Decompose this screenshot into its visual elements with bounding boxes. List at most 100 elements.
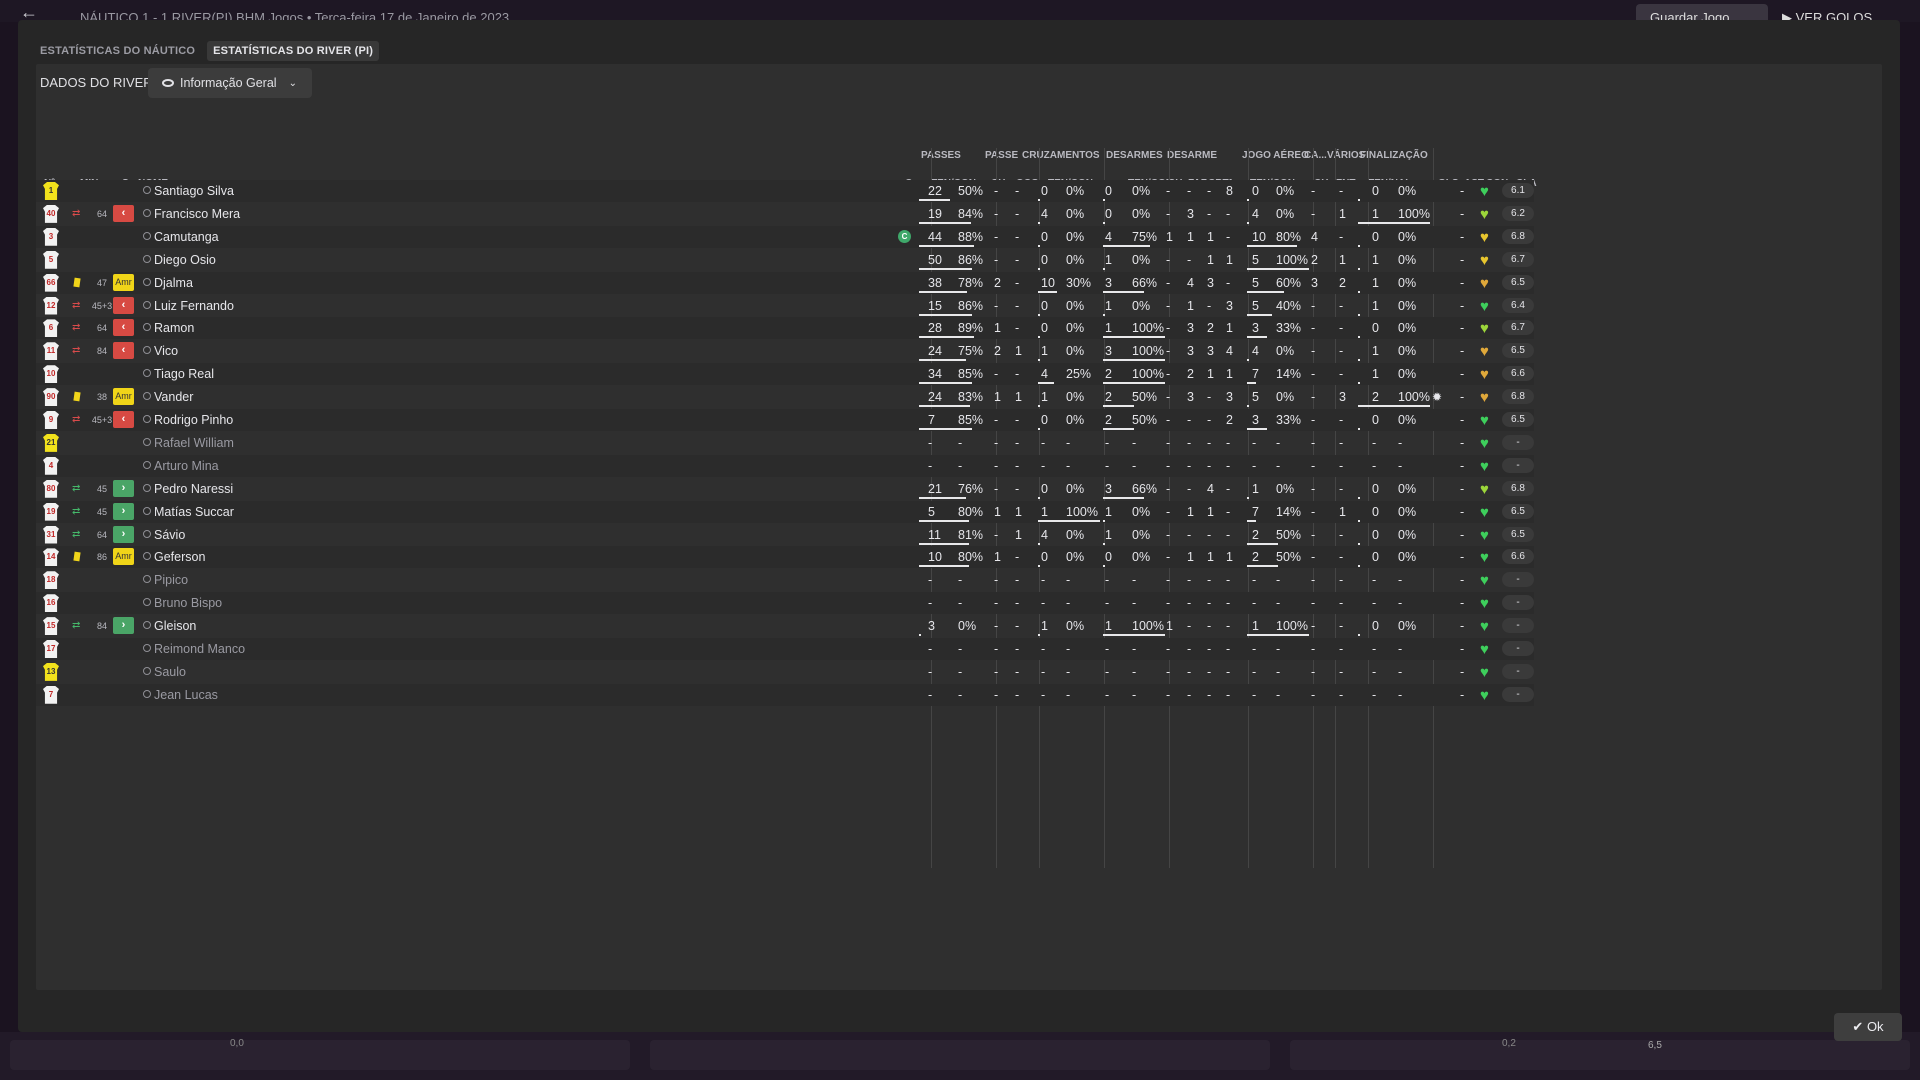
player-name[interactable]: Santiago Silva	[154, 184, 234, 198]
table-row[interactable]: 6 ⇄ 64 ‹ Ramon 28 89% 1-0 0% 1 100% -3 2 1 3 33% - -0 0% - ♥…	[36, 317, 1534, 340]
shots-percent: 0%	[1398, 344, 1417, 359]
minute-value: 45+3	[91, 300, 113, 311]
passes-attempts: 11	[928, 527, 941, 542]
player-name[interactable]: Vander	[154, 390, 193, 404]
player-name[interactable]: Vico	[154, 344, 178, 358]
aerial-bar	[1247, 428, 1267, 430]
table-row[interactable]: 80 ⇄ 45 › Pedro Naressi 21 76% - -0 0% 3 66% - -4-1 0%…	[36, 478, 1534, 500]
aerial-attempts: -	[1252, 435, 1257, 450]
crosses-bar	[1038, 405, 1040, 408]
aerial-ch: -	[1311, 321, 1316, 336]
player-name[interactable]: Luiz Fernando	[154, 299, 234, 313]
tackles-attempts: -	[1105, 458, 1110, 473]
crosses-bar	[1038, 428, 1040, 430]
bg-strip-right	[1290, 1040, 1910, 1070]
tackle-faf: 1	[1187, 550, 1194, 565]
condition-heart-icon: ♥	[1480, 228, 1489, 246]
table-row[interactable]: 13 Saulo - - - - - - - - - - - - - - - - - - - ♥ -	[36, 661, 1534, 683]
table-row[interactable]: 90 38 Amr Vander 24 83% 1 1 1 0% 2 50% -3-3 5 0% -3 2 100…	[36, 386, 1534, 408]
group-header-6: CA...	[1304, 150, 1327, 161]
tackles-attempts: -	[1105, 664, 1110, 679]
shots-bar	[1358, 565, 1360, 568]
tackles-percent: 0%	[1132, 504, 1151, 519]
table-row[interactable]: 15 ⇄ 84 › Gleison 3 0% - -1 0% 1 100% 1- - -1 100% - -0 0%…	[36, 615, 1534, 637]
tackle-ch: -	[1166, 527, 1171, 542]
table-row[interactable]: 4 Arturo Mina - - - - - - - - - - - - - - - - - - - ♥ -	[36, 454, 1534, 477]
table-row[interactable]: 40 ⇄ 64 ‹ Francisco Mera 19 84% - -4 0% 0 0% -3- -4 0%…	[36, 203, 1534, 225]
table-row[interactable]: 5 Diego Osio 50 86% - -0 0% 1 0% - -1 1 5 100% 2 1 1 0% - ♥…	[36, 249, 1534, 271]
table-row[interactable]: 31 ⇄ 64 › Sávio 11 81% -1 4 0% 1 0% - - - -2 50% - -0 0% - ♥ 6…	[36, 524, 1534, 546]
player-name[interactable]: Francisco Mera	[154, 207, 240, 221]
view-select-value: Informação Geral	[180, 76, 277, 90]
assists: -	[1460, 550, 1465, 565]
misc-fnt: -	[1339, 229, 1344, 244]
rating-badge: 6.5	[1502, 274, 1534, 290]
player-name[interactable]: Diego Osio	[154, 253, 216, 267]
player-name[interactable]: Geferson	[154, 550, 205, 564]
table-row[interactable]: 16 Bruno Bispo - - - - - - - - - - - - - - - - - - - ♥ -	[36, 592, 1534, 615]
misc-fnt: -	[1339, 413, 1344, 427]
crosses-percent: 0%	[1066, 550, 1085, 565]
crosses-bar	[1038, 519, 1100, 522]
table-row[interactable]: 21 Rafael William - - - - - - - - - - - - - - - - - - - ♥ -	[36, 432, 1534, 454]
rating-badge: -	[1502, 663, 1534, 679]
aerial-percent: -	[1276, 435, 1281, 450]
table-row[interactable]: 12 ⇄ 45+3 ‹ Luiz Fernando 15 86% - -0 0% 1 0% -1-3 5 4…	[36, 295, 1534, 317]
player-name[interactable]: Tiago Real	[154, 367, 214, 381]
player-name[interactable]: Rodrigo Pinho	[154, 413, 233, 427]
shots-attempts: 0	[1372, 619, 1379, 634]
view-select-dropdown[interactable]: Informação Geral ⌄	[148, 68, 312, 98]
misc-fnt: -	[1339, 687, 1344, 702]
pass-ocg: -	[1015, 206, 1020, 221]
table-row[interactable]: 3 Camutanga C 44 88% - -0 0% 4 75% 1 1 1-10 80% 4-0 0% -…	[36, 225, 1534, 248]
crosses-percent: -	[1066, 435, 1071, 450]
crosses-attempts: 0	[1041, 413, 1048, 427]
player-name[interactable]: Gleison	[154, 619, 196, 633]
player-name[interactable]: Pipico	[154, 573, 188, 587]
tackle-faf: 1	[1187, 298, 1194, 313]
sub-in-icon: ⇄	[72, 620, 81, 632]
player-name[interactable]: Rafael William	[154, 436, 234, 450]
player-name[interactable]: Pedro Naressi	[154, 482, 233, 496]
table-row[interactable]: 11 ⇄ 84 ‹ Vico 24 75% 2 1 1 0% 3 100% -3 3 4 4 0% - -1 0% - ♥ 6…	[36, 340, 1534, 362]
table-row[interactable]: 18 Pipico - - - - - - - - - - - - - - - - - - - ♥ -	[36, 569, 1534, 591]
shots-bar	[1358, 496, 1360, 499]
tab-river-stats[interactable]: ESTATÍSTICAS DO RIVER (PI)	[207, 41, 380, 61]
player-name[interactable]: Arturo Mina	[154, 459, 219, 473]
table-row[interactable]: 10 Tiago Real 34 85% - -4 25% 2 100% -2 1 1 7 14% - -1 0…	[36, 363, 1534, 386]
player-name[interactable]: Saulo	[154, 665, 186, 679]
player-name[interactable]: Jean Lucas	[154, 688, 218, 702]
assists: -	[1460, 321, 1465, 336]
ok-button[interactable]: ✔ Ok	[1834, 1013, 1902, 1041]
passes-percent: 89%	[958, 321, 984, 336]
rating-badge: 6.2	[1502, 205, 1534, 221]
tackle-a: -	[1226, 229, 1231, 244]
rating-badge: 6.8	[1502, 480, 1534, 496]
tackle-faf: 3	[1187, 206, 1194, 221]
player-name[interactable]: Sávio	[154, 528, 185, 542]
tackles-percent: 100%	[1132, 367, 1164, 382]
crosses-attempts: 1	[1041, 504, 1048, 519]
table-row[interactable]: 17 Reimond Manco - - - - - - - - - - - - - - - - - - - ♥ -	[36, 638, 1534, 660]
table-row[interactable]: 14 86 Amr Geferson 10 80% 1-0 0% 0 0% -1 1 1 2 50% - -0 0…	[36, 546, 1534, 569]
player-name[interactable]: Reimond Manco	[154, 642, 245, 656]
tab-nautico-stats[interactable]: ESTATÍSTICAS DO NÁUTICO	[40, 41, 195, 61]
pass-ocg: -	[1015, 573, 1020, 588]
player-name[interactable]: Matías Succar	[154, 505, 234, 519]
table-row[interactable]: 19 ⇄ 45 › Matías Succar 5 80% 1 1 1 100% 1 0% -1 1-7 14…	[36, 500, 1534, 523]
aerial-ch: -	[1311, 298, 1316, 313]
table-row[interactable]: 9 ⇄ 45+3 ‹ Rodrigo Pinho 7 85% - -0 0% 2 50% - - -2 3 33…	[36, 409, 1534, 431]
aerial-percent: -	[1276, 687, 1281, 702]
player-name[interactable]: Ramon	[154, 321, 194, 335]
table-row[interactable]: 7 Jean Lucas - - - - - - - - - - - - - - - - - - - ♥ -	[36, 683, 1534, 706]
table-row[interactable]: 1 Santiago Silva 22 50% - -0 0% 0 0% - - -8 0 0% - -0 0%…	[36, 180, 1534, 202]
shots-bar	[1358, 359, 1360, 362]
player-name[interactable]: Bruno Bispo	[154, 596, 222, 610]
player-name[interactable]: Djalma	[154, 276, 193, 290]
rating-badge: -	[1502, 572, 1534, 588]
passes-percent: 76%	[958, 481, 984, 496]
player-name[interactable]: Camutanga	[154, 230, 219, 244]
tackles-percent: 0%	[1132, 298, 1151, 313]
table-row[interactable]: 66 47 Amr Djalma 38 78% 2-10 30% 3 66% -4 3-5 60% 3 2 1…	[36, 271, 1534, 294]
tackle-faf: 1	[1187, 504, 1194, 519]
